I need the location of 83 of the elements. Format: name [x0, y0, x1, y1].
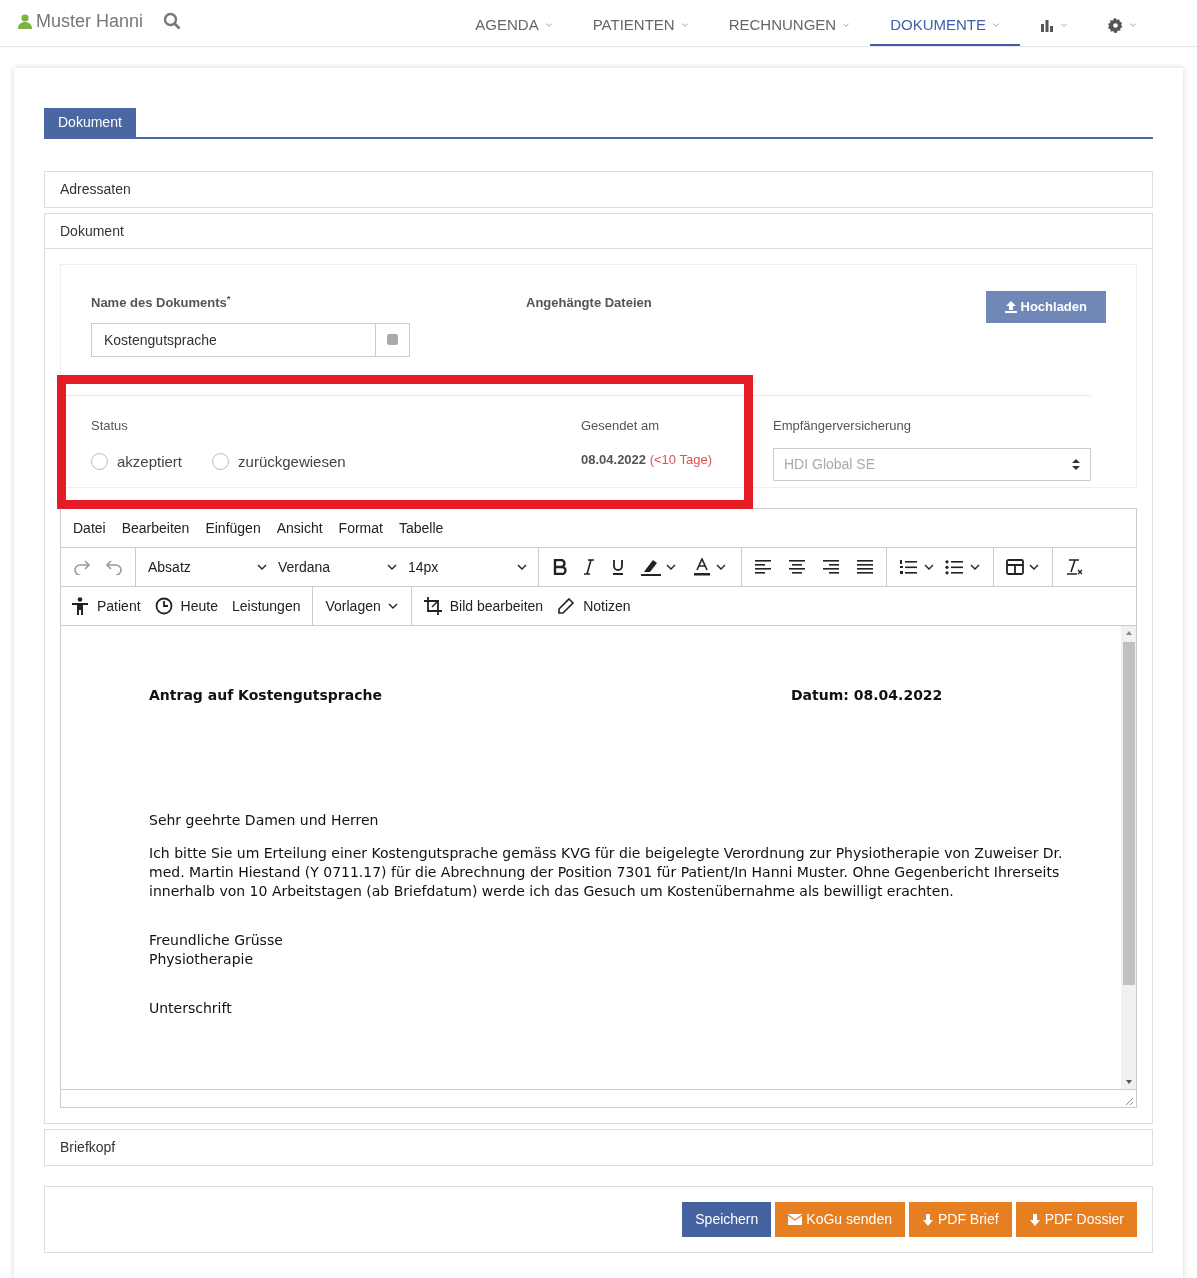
scroll-down-icon [1124, 1079, 1133, 1085]
nav-item[interactable]: PATIENTEN [572, 0, 709, 46]
down-arrow-icon [1028, 1213, 1041, 1226]
menu-item[interactable]: Einfügen [205, 517, 261, 539]
clear-format-icon[interactable] [1065, 558, 1083, 576]
menu-item[interactable]: Datei [73, 517, 106, 539]
nav-item[interactable]: DOKUMENTE [870, 0, 1020, 46]
crop-icon [423, 597, 442, 615]
toolbar-button[interactable]: Heute [154, 595, 218, 617]
envelope-icon [788, 1214, 803, 1225]
person-icon [71, 597, 89, 615]
pencil-icon [557, 597, 576, 615]
field-addon[interactable] [376, 322, 410, 357]
upload-icon [1004, 301, 1017, 313]
text-color-icon[interactable] [693, 558, 711, 576]
settings-icon [1108, 17, 1123, 33]
table-icon[interactable] [1006, 559, 1024, 575]
toolbar-button[interactable]: Notizen [557, 595, 631, 617]
bold-icon[interactable] [553, 559, 567, 575]
menu-item[interactable]: Tabelle [398, 517, 444, 539]
menu-item[interactable]: Bearbeiten [121, 517, 190, 539]
field-label: Status [91, 417, 129, 435]
format-select[interactable]: Absatz [148, 556, 278, 578]
caret-icon [544, 21, 553, 29]
menu-item[interactable]: Ansicht [276, 517, 323, 539]
user-icon [18, 13, 32, 29]
caret-icon [842, 21, 851, 29]
justify-icon[interactable] [856, 559, 874, 575]
field-label: Empfängerversicherung [773, 417, 913, 435]
document-paragraph: Sehr geehrte Damen und Herren [149, 811, 380, 830]
toolbar-button[interactable]: Leistungen [231, 595, 301, 617]
section-header[interactable]: Dokument [45, 214, 1152, 249]
align-right-icon[interactable] [822, 559, 840, 575]
bar-chart-icon [1040, 18, 1054, 32]
sent-date: 08.04.2022 [581, 451, 647, 467]
format-select[interactable]: Verdana [278, 556, 408, 578]
radio-label[interactable]: akzeptiert [117, 450, 183, 473]
document-paragraph: Physiotherapie [149, 950, 255, 969]
caret-icon [1129, 21, 1137, 29]
underline-icon[interactable] [611, 559, 625, 575]
document-paragraph: Freundliche Grüsse [149, 931, 284, 950]
field-label: Gesendet am [581, 417, 661, 435]
square-icon [387, 334, 398, 345]
format-select[interactable]: 14px [408, 556, 538, 578]
section-header[interactable]: Briefkopf [44, 1129, 1153, 1166]
document-title: Antrag auf Kostengutsprache [149, 686, 383, 705]
document-paragraph: Ich bitte Sie um Erteilung einer Kostengutsprache gemäss KVG für die beigelegte Verordnung zur Physiotherapie von Zuweiser Dr. med. Martin Hiestand (Y 0711.17) für die Abrechnung der Position 7301 für Patient/In Hanni Muster. Ohne Gegenbericht Ihrerseits innerhalb von 10 Arbeitstagen (ab Briefdatum) werde ich das Gesuch um Kostenübernahme als bewilligt erachten. [149, 844, 1064, 901]
nav-item[interactable]: AGENDA [455, 0, 573, 46]
undo-icon[interactable] [105, 559, 123, 575]
resize-handle-icon[interactable] [1125, 1097, 1134, 1106]
name-field[interactable]: Kostengutsprache [91, 322, 376, 357]
document-paragraph: Unterschrift [149, 999, 233, 1018]
clock-icon [154, 597, 173, 615]
caret-icon [680, 21, 689, 29]
redo-icon[interactable] [73, 559, 91, 575]
italic-icon[interactable] [583, 559, 595, 575]
caret-icon [1060, 21, 1068, 29]
tab[interactable]: Dokument [44, 108, 136, 137]
sort-icon [1072, 458, 1080, 470]
upload-button[interactable]: Hochladen [985, 291, 1106, 323]
field-label: Angehängte Dateien [526, 294, 653, 312]
scroll-up-icon [1124, 630, 1133, 636]
menu-item[interactable]: Format [338, 517, 383, 539]
day-note: (<10 Tage) [649, 451, 712, 467]
align-center-icon[interactable] [788, 559, 806, 575]
toolbar-button[interactable]: Patient [71, 595, 141, 617]
templates-dropdown[interactable]: Vorlagen [312, 587, 412, 625]
scrollbar[interactable] [1121, 626, 1136, 1089]
section-header[interactable]: Adressaten [44, 171, 1153, 208]
bullet-list-icon[interactable] [945, 559, 963, 575]
toolbar-button[interactable]: Bild bearbeiten [423, 595, 544, 617]
field-label: Name des Dokuments$^{*}$ [91, 293, 232, 312]
highlighter-icon[interactable] [641, 558, 661, 576]
caret-icon [992, 21, 1000, 29]
document-date: Datum: 08.04.2022 [791, 686, 943, 705]
action-button[interactable]: Speichern [682, 1202, 772, 1237]
align-left-icon[interactable] [754, 559, 772, 575]
search-icon[interactable] [163, 12, 182, 30]
numbered-list-icon[interactable] [899, 559, 917, 575]
radio-label[interactable]: zurückgewiesen [238, 450, 346, 473]
nav-item[interactable]: RECHNUNGEN [708, 0, 871, 46]
down-arrow-icon [921, 1213, 934, 1226]
user-name[interactable]: Muster Hanni [36, 7, 144, 35]
